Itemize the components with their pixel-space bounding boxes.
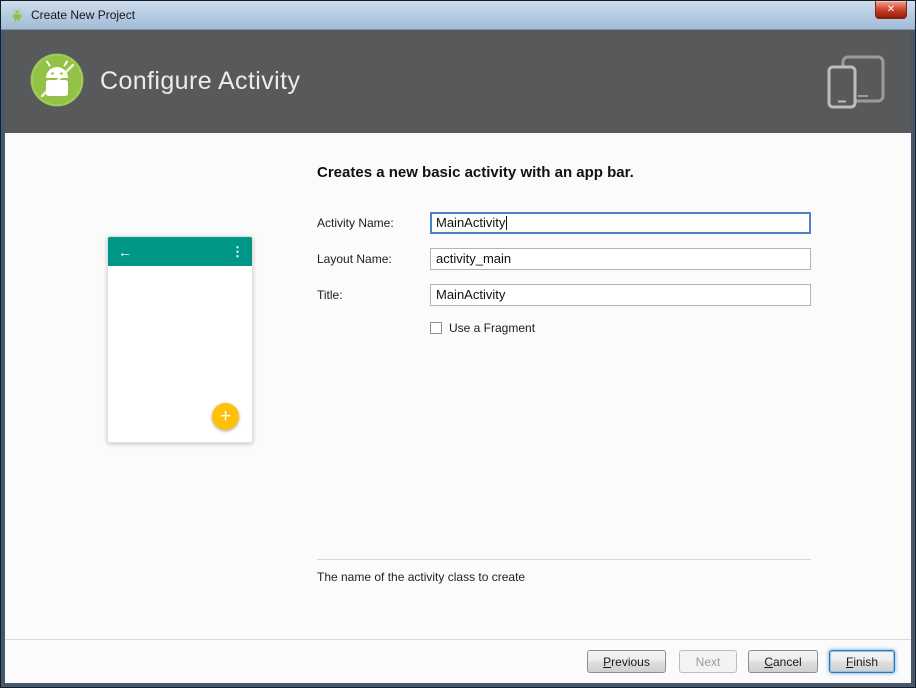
android-studio-logo-icon bbox=[28, 51, 86, 109]
activity-name-label: Activity Name: bbox=[317, 216, 430, 230]
next-button: Next bbox=[679, 650, 737, 673]
close-button[interactable]: ✕ bbox=[875, 1, 907, 19]
use-fragment-checkbox[interactable]: Use a Fragment bbox=[430, 320, 535, 336]
close-icon: ✕ bbox=[887, 4, 895, 15]
checkbox-icon bbox=[430, 322, 442, 334]
activity-preview: ← ⋮ + bbox=[107, 236, 253, 443]
title-row: Title: bbox=[317, 283, 811, 306]
activity-name-row: Activity Name: MainActivity bbox=[317, 211, 811, 234]
wizard-header: Configure Activity bbox=[5, 30, 911, 133]
finish-button[interactable]: Finish bbox=[829, 650, 895, 673]
layout-name-input[interactable] bbox=[430, 248, 811, 270]
layout-name-row: Layout Name: bbox=[317, 247, 811, 270]
preview-appbar: ← ⋮ bbox=[108, 237, 252, 266]
titlebar[interactable]: Create New Project ✕ bbox=[1, 1, 915, 30]
title-label: Title: bbox=[317, 288, 430, 302]
text-caret bbox=[506, 216, 507, 230]
create-new-project-window: Create New Project ✕ Configure Activity bbox=[0, 0, 916, 688]
cancel-button[interactable]: Cancel bbox=[748, 650, 818, 673]
field-hint-text: The name of the activity class to create bbox=[317, 570, 525, 584]
back-arrow-icon: ← bbox=[118, 245, 132, 259]
title-input[interactable] bbox=[430, 284, 811, 306]
page-title: Creates a new basic activity with an app… bbox=[317, 164, 634, 181]
fab-icon: + bbox=[212, 403, 239, 430]
previous-button[interactable]: Previous bbox=[587, 650, 666, 673]
wizard-content: Creates a new basic activity with an app… bbox=[5, 133, 911, 683]
android-icon bbox=[9, 7, 25, 23]
wizard-step-title: Configure Activity bbox=[100, 67, 300, 96]
layout-name-label: Layout Name: bbox=[317, 252, 430, 266]
activity-name-input[interactable]: MainActivity bbox=[430, 212, 811, 234]
overflow-menu-icon: ⋮ bbox=[231, 245, 244, 258]
form-separator bbox=[317, 559, 811, 560]
activity-name-value: MainActivity bbox=[436, 215, 505, 230]
footer-separator bbox=[5, 639, 911, 640]
plus-icon: + bbox=[220, 407, 231, 426]
phone-tablet-icon bbox=[827, 55, 885, 109]
checkbox-label: Use a Fragment bbox=[449, 321, 535, 335]
window-title: Create New Project bbox=[31, 8, 135, 22]
